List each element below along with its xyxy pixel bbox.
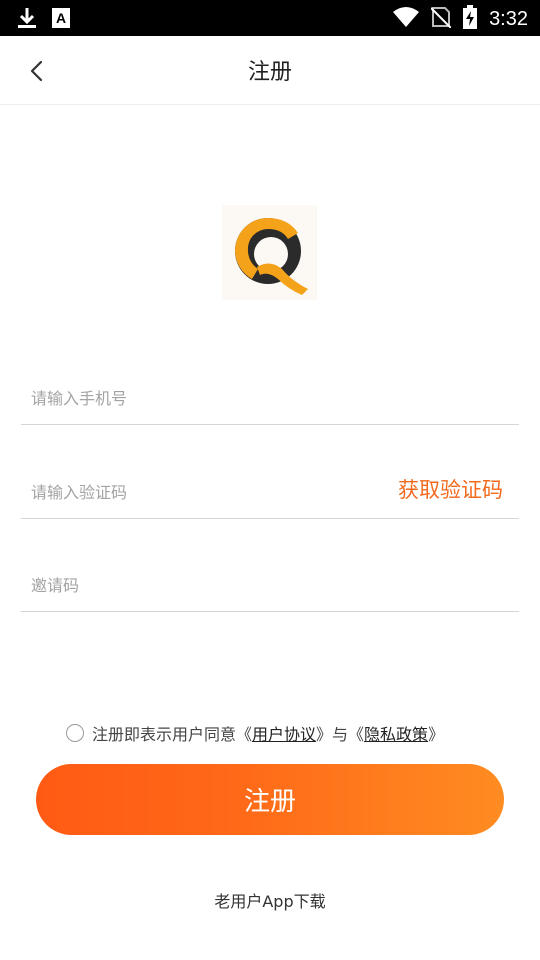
agreement-row: 注册即表示用户同意《 用户协议 》与《 隐私政策 》 (66, 720, 444, 746)
svg-text:A: A (56, 10, 66, 26)
status-bar: A 3:32 (0, 0, 540, 36)
page-title: 注册 (247, 60, 292, 85)
code-field: 获取验证码 (21, 462, 519, 519)
agreement-middle: 》与《 (316, 725, 365, 744)
old-user-download-link[interactable]: 老用户App下载 (0, 888, 540, 912)
a-notification-icon: A (52, 8, 70, 32)
phone-input[interactable] (29, 382, 373, 414)
agreement-prefix: 注册即表示用户同意《 (92, 725, 253, 744)
register-button[interactable]: 注册 (36, 764, 504, 835)
top-bar: 注册 (0, 36, 540, 105)
status-time: 3:32 (489, 7, 528, 30)
battery-charging-icon (463, 5, 478, 33)
verification-code-input[interactable] (29, 476, 373, 508)
no-sim-icon (430, 6, 452, 32)
invite-code-field (21, 555, 519, 612)
wifi-icon (393, 6, 420, 32)
invite-code-input[interactable] (29, 569, 373, 601)
privacy-policy-link[interactable]: 隐私政策 (364, 721, 428, 745)
download-icon (16, 6, 38, 34)
phone-field (21, 368, 519, 425)
agree-radio[interactable] (66, 724, 84, 742)
app-logo (222, 205, 317, 300)
agreement-suffix: 》 (428, 725, 445, 744)
get-code-button[interactable]: 获取验证码 (398, 474, 503, 504)
user-agreement-link[interactable]: 用户协议 (252, 721, 316, 745)
